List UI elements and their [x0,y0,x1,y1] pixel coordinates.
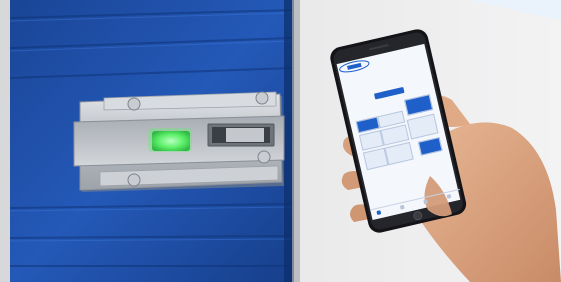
unit-label [422,149,441,153]
unit-map [354,94,453,202]
unit-tile-selected[interactable] [417,137,443,156]
tab-icon[interactable] [446,194,452,199]
app-title [342,70,432,91]
bolt-icon [127,97,141,111]
led-indicator [152,131,190,151]
photo-scene [0,0,561,282]
scene-artwork [0,0,561,282]
unlock-button[interactable] [373,86,405,100]
unit-tile[interactable] [384,141,414,166]
unit-tile[interactable] [406,113,439,140]
unit-tile[interactable] [404,94,434,116]
bolt-icon [127,173,141,187]
bolt-icon [257,150,271,164]
home-tab-icon[interactable] [376,210,382,216]
tab-icon[interactable] [399,204,405,210]
smart-lock [73,91,285,192]
tab-icon[interactable] [423,199,429,205]
bolt-icon [255,91,269,105]
